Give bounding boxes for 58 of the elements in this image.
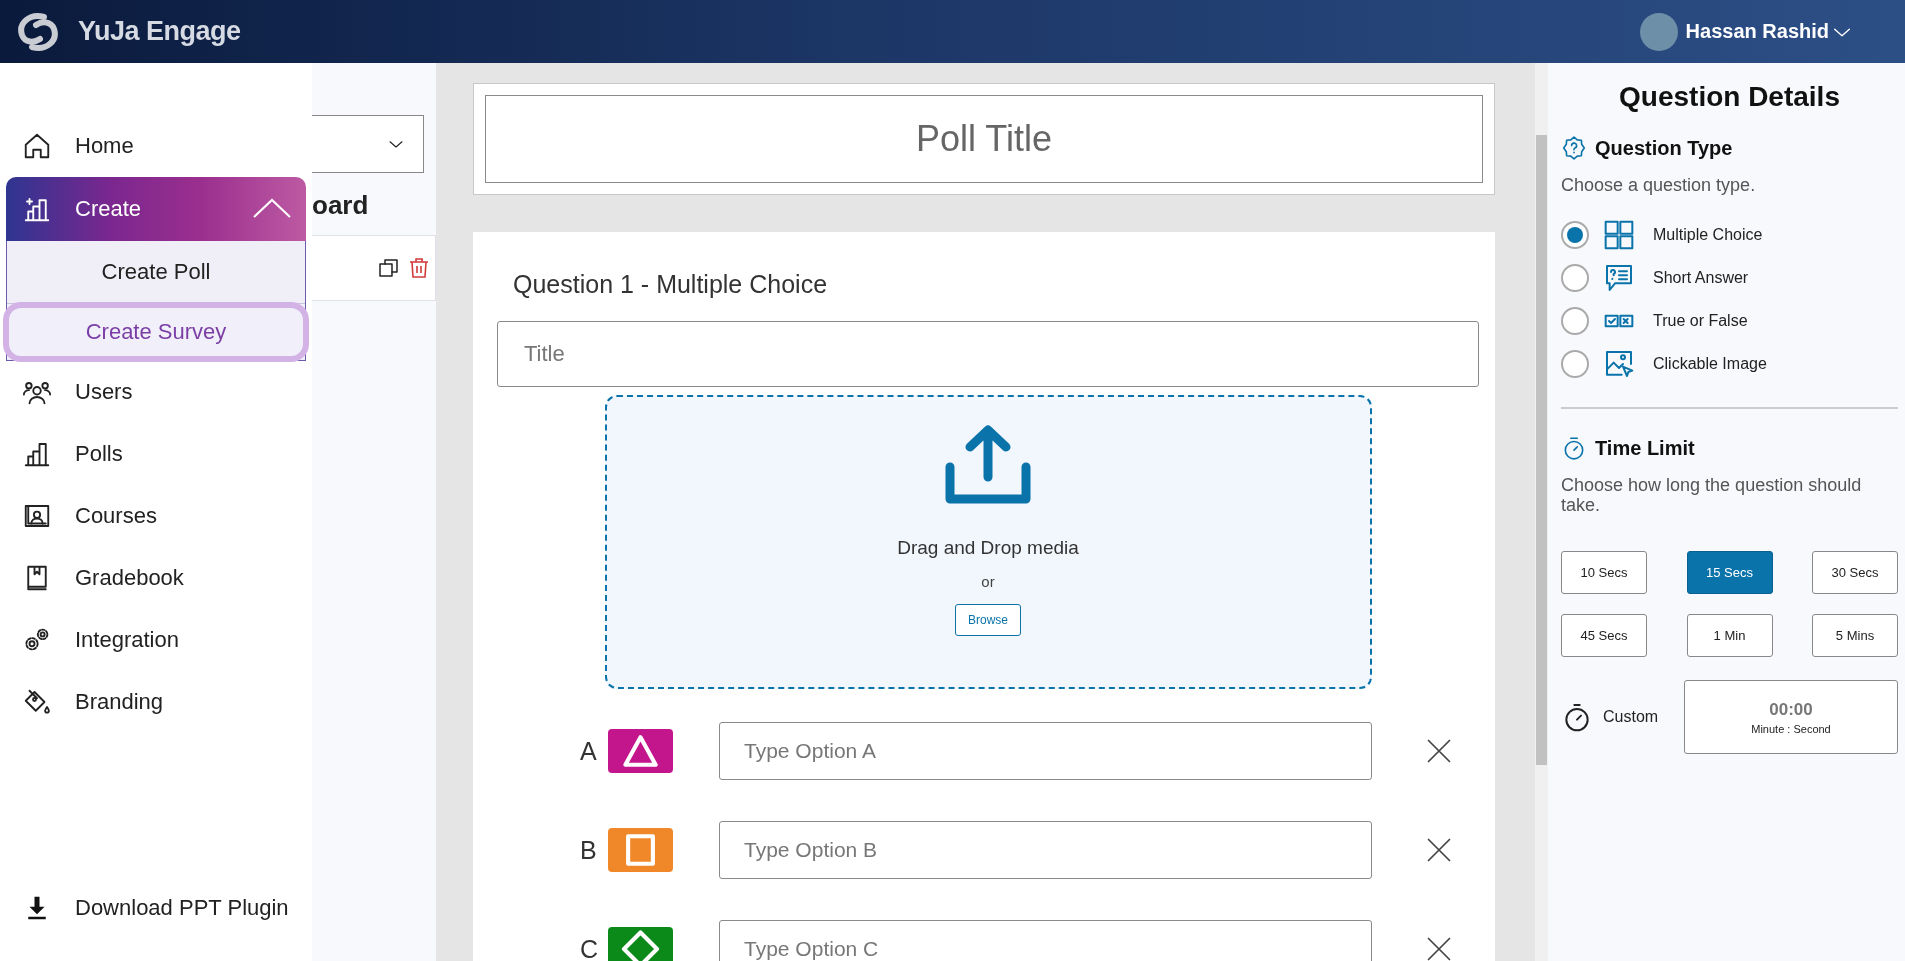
custom-time-field[interactable]: 00:00 Minute : Second: [1684, 680, 1898, 754]
sidebar-item[interactable]: Integration: [0, 609, 306, 671]
time-option-button[interactable]: 30 Secs: [1812, 551, 1898, 594]
sidebar-item[interactable]: Polls: [0, 423, 306, 485]
time-option-button[interactable]: 15 Secs: [1686, 551, 1773, 594]
download-label: Download PPT Plugin: [75, 895, 290, 921]
question-type-label: Short Answer: [1653, 268, 1749, 287]
download-link[interactable]: Download PPT Plugin: [0, 877, 306, 939]
time-option-button[interactable]: 45 Secs: [1561, 614, 1647, 657]
separator-text: or: [981, 573, 995, 590]
browse-button[interactable]: Browse: [955, 604, 1021, 636]
brand-name: YuJa Engage: [78, 16, 241, 47]
close-icon: [1425, 935, 1453, 961]
dashboard-heading: oard: [312, 190, 370, 221]
submenu-item[interactable]: Create Survey: [3, 302, 309, 362]
sidebar-item[interactable]: Courses: [0, 485, 306, 547]
option-field[interactable]: Type Option C: [719, 920, 1372, 961]
time-option-button[interactable]: 1 Min: [1686, 614, 1773, 657]
option-field[interactable]: Type Option A: [719, 722, 1372, 780]
sidebar-item[interactable]: Create: [6, 177, 306, 241]
drop-zone-text: Drag and Drop media: [897, 537, 1079, 559]
panel-title: Question Details: [1618, 81, 1841, 113]
scrollbar[interactable]: [1535, 63, 1548, 961]
section-description: Choose a question type.: [1561, 175, 1757, 195]
home-icon: [22, 131, 52, 161]
sidebar-item[interactable]: Branding: [0, 671, 306, 733]
radio-button[interactable]: [1561, 306, 1589, 335]
trash-icon[interactable]: [407, 256, 431, 280]
radio-button[interactable]: [1561, 263, 1589, 292]
avatar[interactable]: [1639, 12, 1678, 51]
close-icon: [1425, 737, 1453, 765]
question-heading: Question 1 - Multiple Choice: [513, 270, 829, 299]
question-type-label: True or False: [1653, 311, 1748, 330]
user-name[interactable]: Hassan Rashid: [1685, 20, 1829, 43]
option-letter: A: [580, 736, 598, 766]
question-type-label: Clickable Image: [1653, 354, 1767, 373]
section-description: Choose how long the question should take.: [1561, 475, 1863, 515]
custom-label: Custom: [1603, 708, 1660, 726]
section-heading: Question Type: [1595, 136, 1733, 160]
close-icon: [1425, 836, 1453, 864]
question-badge-icon: [1561, 135, 1587, 161]
time-option-button[interactable]: 5 Mins: [1812, 614, 1898, 657]
radio-button[interactable]: [1561, 349, 1589, 378]
media-drop-zone[interactable]: Drag and Drop media or Browse: [604, 395, 1372, 689]
sidebar-item[interactable]: Users: [0, 361, 306, 423]
option-field[interactable]: Type Option B: [719, 821, 1372, 879]
sidebar-item[interactable]: Gradebook: [0, 547, 306, 609]
option-letter: B: [580, 835, 598, 865]
title-field[interactable]: Title: [497, 321, 1479, 387]
section-heading: Time Limit: [1595, 436, 1695, 460]
time-option-button[interactable]: 10 Secs: [1561, 551, 1647, 594]
question-type-label: Multiple Choice: [1653, 225, 1763, 244]
option-letter: C: [580, 934, 600, 961]
sidebar-item[interactable]: Home: [0, 115, 306, 177]
radio-button[interactable]: [1561, 220, 1589, 249]
copy-icon: [377, 256, 401, 280]
poll-title-field[interactable]: Poll Title: [485, 95, 1483, 183]
dropdown[interactable]: [312, 115, 424, 173]
